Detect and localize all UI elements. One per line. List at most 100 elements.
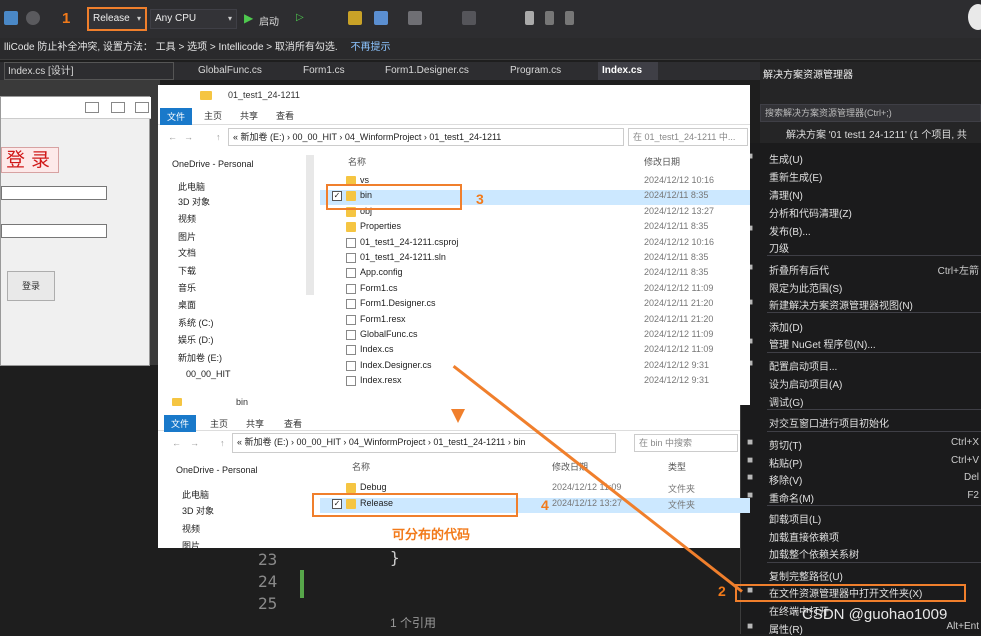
- start-icon[interactable]: ▶: [244, 11, 253, 25]
- breadcrumb-item[interactable]: 00_00_HIT: [297, 437, 341, 447]
- nav-item[interactable]: 娱乐 (D:): [178, 333, 214, 346]
- file-row[interactable]: 01_test1_24-1211.csproj 2024/12/12 10:16: [320, 237, 750, 252]
- address-bar[interactable]: « 新加卷 (E:) › 00_00_HIT › 04_WinformProje…: [228, 128, 624, 146]
- file-row[interactable]: Index.cs 2024/12/12 11:09: [320, 344, 750, 359]
- nav-item[interactable]: 此电脑: [182, 488, 209, 501]
- context-menu-item[interactable]: 配置启动项目...: [769, 358, 837, 373]
- forward-icon[interactable]: →: [184, 132, 193, 142]
- solution-tree-item[interactable]: 解决方案 '01 test1 24-1211' (1 个项目, 共: [786, 126, 967, 141]
- ribbon-tab-view[interactable]: 查看: [276, 109, 294, 122]
- context-menu-item[interactable]: 添加(D): [769, 319, 803, 334]
- username-input[interactable]: [1, 186, 107, 200]
- tab-form1[interactable]: Form1.cs: [303, 62, 345, 80]
- configuration-dropdown[interactable]: Release ▾: [87, 7, 147, 31]
- breadcrumb-item[interactable]: 新加卷 (E:): [241, 132, 285, 142]
- nav-item[interactable]: 3D 对象: [182, 504, 214, 517]
- undo-icon[interactable]: [26, 11, 40, 25]
- file-row[interactable]: Form1.Designer.cs 2024/12/11 21:20: [320, 298, 750, 313]
- nav-item[interactable]: 视频: [182, 522, 200, 535]
- nav-item[interactable]: 文档: [178, 246, 196, 259]
- back-icon[interactable]: ←: [172, 438, 181, 448]
- file-row[interactable]: Form1.resx 2024/12/11 21:20: [320, 314, 750, 329]
- ribbon-tab-share[interactable]: 共享: [246, 417, 264, 430]
- breadcrumb-item[interactable]: 04_WinformProject: [345, 132, 422, 142]
- bookmark-next-icon[interactable]: [565, 11, 574, 25]
- column-header-name[interactable]: 名称: [352, 460, 370, 473]
- context-menu-item[interactable]: 折叠所有后代: [769, 262, 829, 277]
- file-row[interactable]: 01_test1_24-1211.sln 2024/12/11 8:35: [320, 252, 750, 267]
- nav-item[interactable]: 下载: [178, 264, 196, 277]
- breadcrumb-item[interactable]: 新加卷 (E:): [245, 437, 289, 447]
- context-menu-item[interactable]: 对交互窗口进行项目初始化: [769, 415, 889, 430]
- context-menu-item[interactable]: 重命名(M): [769, 490, 814, 505]
- context-menu-item[interactable]: 新建解决方案资源管理器视图(N): [769, 297, 913, 312]
- password-input[interactable]: [1, 224, 107, 238]
- explorer-search-input[interactable]: 在 bin 中搜索: [634, 434, 738, 452]
- avatar[interactable]: [968, 4, 981, 30]
- save-icon[interactable]: [4, 11, 18, 25]
- nav-item[interactable]: 图片: [182, 539, 200, 552]
- breadcrumb-item[interactable]: 01_test1_24-1211: [429, 132, 501, 142]
- file-row[interactable]: Index.Designer.cs 2024/12/12 9:31: [320, 360, 750, 375]
- context-menu-item[interactable]: 剪切(T): [769, 437, 802, 452]
- file-row[interactable]: Form1.cs 2024/12/12 11:09: [320, 283, 750, 298]
- nav-item[interactable]: OneDrive - Personal: [172, 159, 254, 169]
- breadcrumb-item[interactable]: 00_00_HIT: [293, 132, 337, 142]
- up-icon[interactable]: ↑: [220, 438, 225, 448]
- context-menu-item[interactable]: 生成(U): [769, 151, 803, 166]
- file-row[interactable]: Properties 2024/12/11 8:35: [320, 221, 750, 236]
- tab-globalfunc[interactable]: GlobalFunc.cs: [198, 62, 262, 80]
- nav-item[interactable]: 新加卷 (E:): [178, 351, 222, 364]
- platform-dropdown[interactable]: Any CPU ▾: [150, 9, 237, 29]
- nav-item[interactable]: 音乐: [178, 281, 196, 294]
- nav-item[interactable]: 3D 对象: [178, 195, 210, 208]
- context-menu-item[interactable]: 加载整个依赖关系树: [769, 546, 859, 561]
- context-menu-item[interactable]: 清理(N): [769, 187, 803, 202]
- up-icon[interactable]: ↑: [216, 132, 221, 142]
- context-menu-item[interactable]: 发布(B)...: [769, 223, 811, 238]
- dont-show-again-link[interactable]: 不再提示: [350, 42, 390, 53]
- nav-item[interactable]: OneDrive - Personal: [176, 465, 258, 475]
- start-button-label[interactable]: 启动: [259, 13, 279, 28]
- context-menu-item[interactable]: 刀级: [769, 240, 789, 255]
- minimize-icon[interactable]: [85, 102, 99, 113]
- column-header-date[interactable]: 修改日期: [644, 155, 680, 168]
- breadcrumb-item[interactable]: 04_WinformProject: [349, 437, 426, 447]
- context-menu-item[interactable]: 分析和代码清理(Z): [769, 205, 852, 220]
- maximize-icon[interactable]: [111, 102, 125, 113]
- context-menu-item[interactable]: 限定为此范围(S): [769, 280, 842, 295]
- indent-icon[interactable]: [462, 11, 476, 25]
- back-icon[interactable]: ←: [168, 132, 177, 142]
- ribbon-tab-file[interactable]: 文件: [164, 415, 197, 432]
- bookmark-prev-icon[interactable]: [545, 11, 554, 25]
- breadcrumb-item[interactable]: bin: [513, 437, 525, 447]
- nav-item[interactable]: 桌面: [178, 298, 196, 311]
- solution-search-input[interactable]: 搜索解决方案资源管理器(Ctrl+;): [760, 104, 981, 122]
- ribbon-tab-home[interactable]: 主页: [210, 417, 228, 430]
- context-menu-item[interactable]: 卸载项目(L): [769, 511, 821, 526]
- nav-item[interactable]: 00_00_HIT: [186, 369, 231, 379]
- nav-item[interactable]: 视频: [178, 212, 196, 225]
- context-menu-item[interactable]: 加载直接依赖项: [769, 529, 839, 544]
- context-menu-item[interactable]: 调试(G): [769, 394, 803, 409]
- forward-icon[interactable]: →: [190, 438, 199, 448]
- context-menu-item[interactable]: 重新生成(E): [769, 169, 822, 184]
- column-header-name[interactable]: 名称: [348, 155, 366, 168]
- file-row[interactable]: GlobalFunc.cs 2024/12/12 11:09: [320, 329, 750, 344]
- login-button[interactable]: 登录: [7, 271, 55, 301]
- context-menu-item[interactable]: 复制完整路径(U): [769, 568, 843, 583]
- tab-program[interactable]: Program.cs: [510, 62, 561, 80]
- start-without-debug-icon[interactable]: ▷: [296, 12, 304, 23]
- context-menu-item[interactable]: 设为启动项目(A): [769, 376, 842, 391]
- tab-index-designer[interactable]: Index.cs [设计]: [4, 62, 174, 80]
- reference-codelens[interactable]: 1 个引用: [390, 614, 436, 631]
- ribbon-tab-share[interactable]: 共享: [240, 109, 258, 122]
- context-menu-item[interactable]: 管理 NuGet 程序包(N)...: [769, 336, 876, 351]
- nav-scrollbar[interactable]: [306, 155, 314, 295]
- column-header-type[interactable]: 类型: [668, 460, 686, 473]
- bookmark-icon[interactable]: [525, 11, 534, 25]
- context-menu-item[interactable]: 移除(V): [769, 472, 802, 487]
- close-icon[interactable]: [135, 102, 149, 113]
- explorer-search-input[interactable]: 在 01_test1_24-1211 中...: [628, 128, 748, 146]
- ribbon-tab-file[interactable]: 文件: [160, 108, 193, 125]
